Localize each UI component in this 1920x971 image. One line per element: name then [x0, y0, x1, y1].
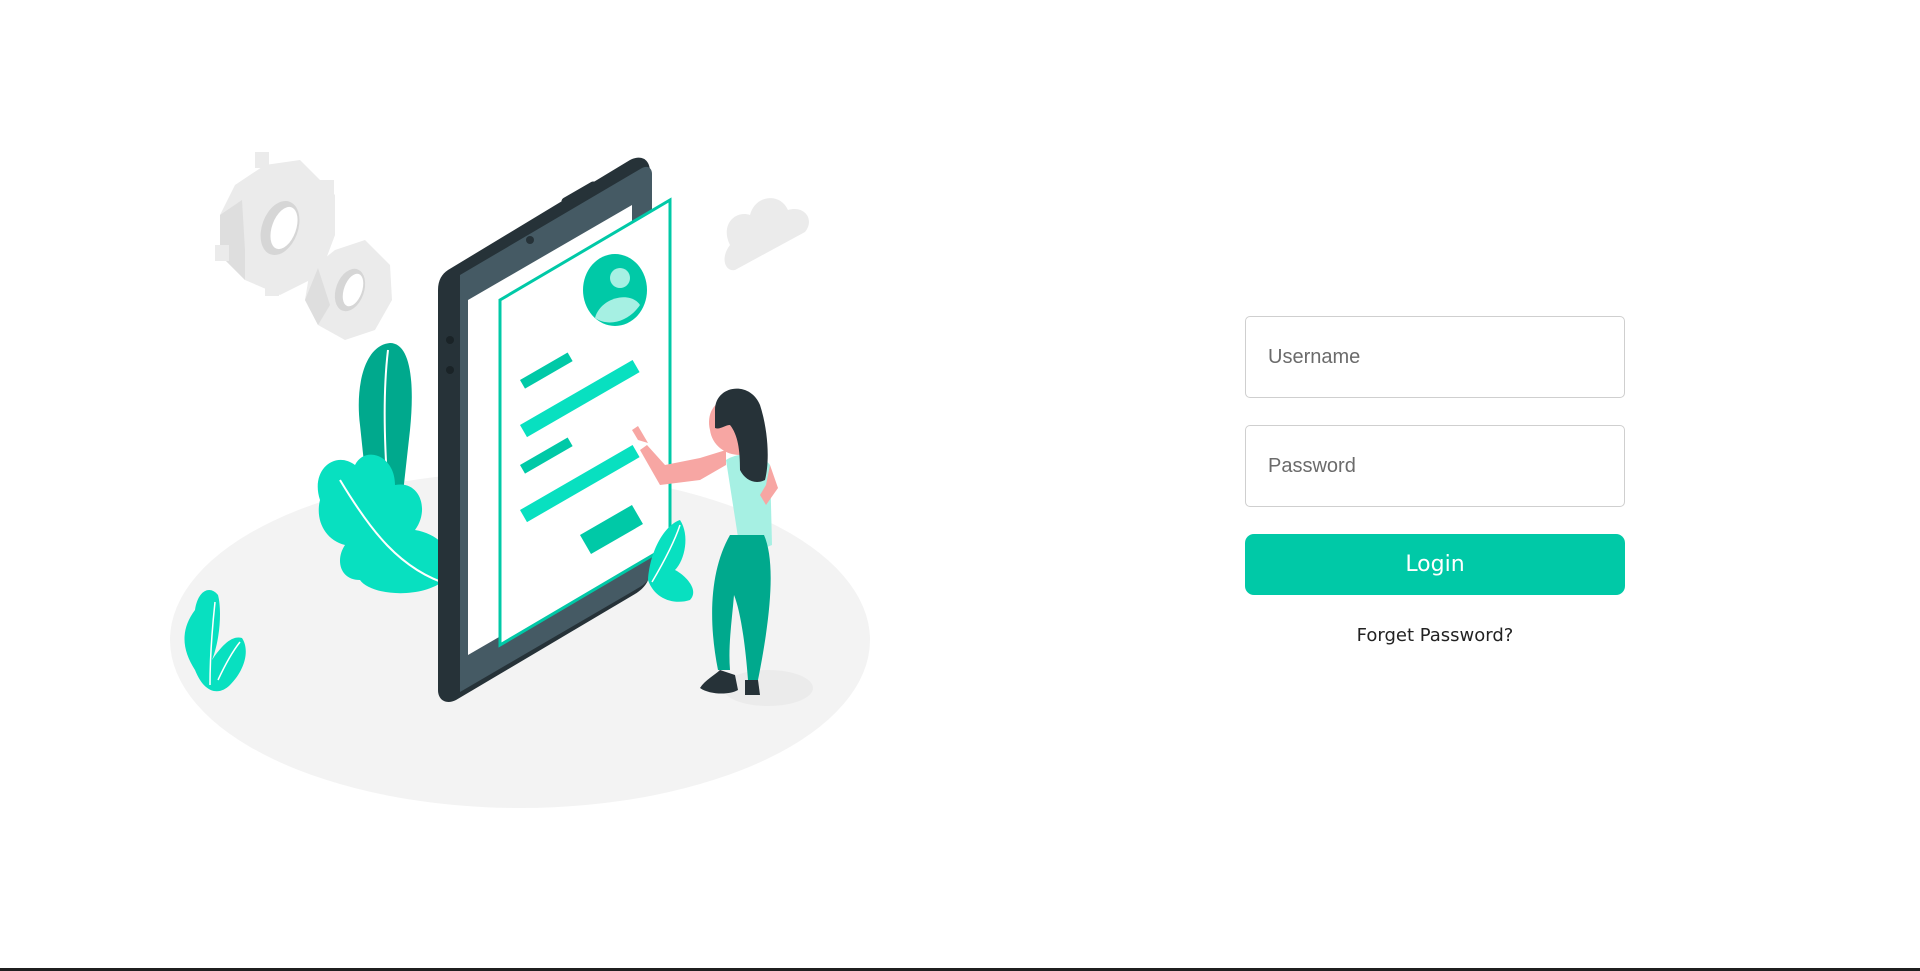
forgot-password-link[interactable]: Forget Password? — [1245, 625, 1625, 646]
password-input[interactable] — [1245, 425, 1625, 507]
login-form: Login Forget Password? — [1245, 316, 1625, 646]
user-avatar-icon — [583, 254, 647, 326]
login-page: Login Forget Password? — [0, 0, 1920, 971]
cloud-icon — [724, 198, 809, 271]
login-illustration — [170, 152, 870, 808]
login-button[interactable]: Login — [1245, 534, 1625, 595]
username-input[interactable] — [1245, 316, 1625, 398]
